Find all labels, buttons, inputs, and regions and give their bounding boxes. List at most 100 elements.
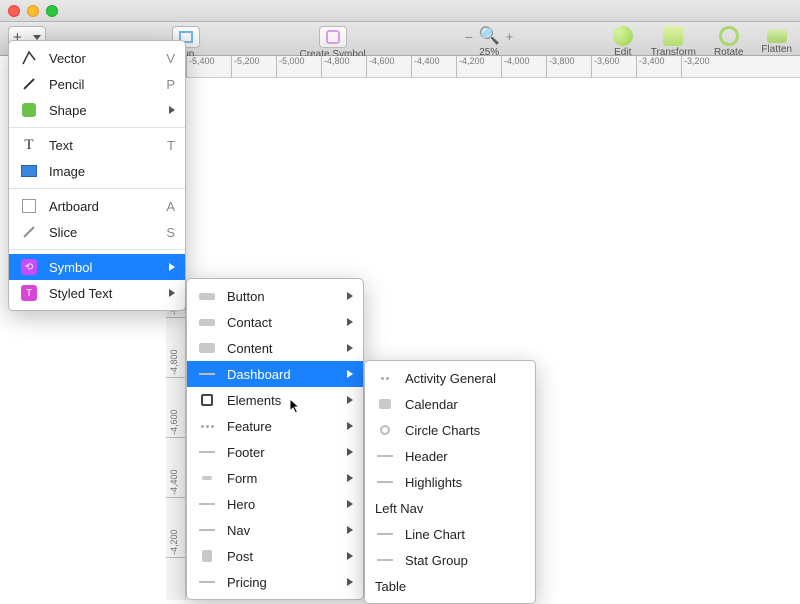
close-window-button[interactable] xyxy=(8,5,20,17)
ruler-tick: -4,800 xyxy=(321,56,366,77)
category-preview-icon xyxy=(197,521,217,539)
menu-item-nav[interactable]: Nav xyxy=(187,517,363,543)
create-symbol-tool[interactable]: Create Symbol xyxy=(300,26,366,60)
menu-item-content[interactable]: Content xyxy=(187,335,363,361)
menu-item-label: Activity General xyxy=(405,371,525,386)
flatten-icon xyxy=(767,29,787,43)
symbol-icon xyxy=(326,30,340,44)
ruler-tick: -4,000 xyxy=(501,56,546,77)
menu-item-dashboard[interactable]: Dashboard xyxy=(187,361,363,387)
category-preview-icon xyxy=(375,395,395,413)
menu-item-label: Form xyxy=(227,471,337,486)
menu-item-text[interactable]: TTextT xyxy=(9,132,185,158)
submenu-arrow-icon xyxy=(169,289,175,297)
transform-tool[interactable]: Transform xyxy=(651,26,696,58)
ruler-tick: -5,400 xyxy=(186,56,231,77)
category-preview-icon xyxy=(375,369,395,387)
flatten-tool[interactable]: Flatten xyxy=(761,26,792,55)
category-preview-icon xyxy=(197,365,217,383)
category-preview-icon xyxy=(375,525,395,543)
menu-item-label: Pricing xyxy=(227,575,337,590)
submenu-arrow-icon xyxy=(347,292,353,300)
menu-item-feature[interactable]: Feature xyxy=(187,413,363,439)
menu-item-label: Table xyxy=(375,579,525,594)
menu-item-label: Hero xyxy=(227,497,337,512)
window-titlebar xyxy=(0,0,800,22)
submenu-arrow-icon xyxy=(347,448,353,456)
menu-item-line-chart[interactable]: Line Chart xyxy=(365,521,535,547)
menu-item-symbol[interactable]: ⟲Symbol xyxy=(9,254,185,280)
menu-item-footer[interactable]: Footer xyxy=(187,439,363,465)
ruler-tick: -4,200 xyxy=(456,56,501,77)
text-icon: T xyxy=(19,136,39,154)
menu-item-form[interactable]: Form xyxy=(187,465,363,491)
menu-item-post[interactable]: Post xyxy=(187,543,363,569)
submenu-arrow-icon xyxy=(347,422,353,430)
menu-item-label: Elements xyxy=(227,393,337,408)
keyboard-shortcut: P xyxy=(157,77,175,92)
menu-item-styled-text[interactable]: T Styled Text xyxy=(9,280,185,306)
menu-item-highlights[interactable]: Highlights xyxy=(365,469,535,495)
edit-icon xyxy=(613,26,633,46)
ruler-tick: -5,200 xyxy=(231,56,276,77)
category-preview-icon xyxy=(197,287,217,305)
category-preview-icon xyxy=(375,551,395,569)
menu-item-pricing[interactable]: Pricing xyxy=(187,569,363,595)
menu-item-left-nav[interactable]: Left Nav xyxy=(365,495,535,521)
menu-item-image[interactable]: Image xyxy=(9,158,185,184)
ruler-tick: -5,000 xyxy=(276,56,321,77)
submenu-arrow-icon xyxy=(347,500,353,508)
ruler-tick: -4,200 xyxy=(166,498,185,558)
styled-text-icon: T xyxy=(19,284,39,302)
edit-tool[interactable]: Edit xyxy=(613,26,633,58)
menu-item-artboard[interactable]: ArtboardA xyxy=(9,193,185,219)
zoom-out-button[interactable]: – xyxy=(465,29,472,44)
zoom-in-button[interactable]: + xyxy=(506,29,514,44)
menu-item-contact[interactable]: Contact xyxy=(187,309,363,335)
symbol-icon: ⟲ xyxy=(19,258,39,276)
menu-item-label: Styled Text xyxy=(49,286,159,301)
ruler-tick: -3,400 xyxy=(636,56,681,77)
menu-item-label: Circle Charts xyxy=(405,423,525,438)
menu-item-label: Contact xyxy=(227,315,337,330)
menu-item-activity-general[interactable]: Activity General xyxy=(365,365,535,391)
insert-menu: VectorVPencilPShapeTTextTImageArtboardAS… xyxy=(8,40,186,311)
minimize-window-button[interactable] xyxy=(27,5,39,17)
category-preview-icon xyxy=(197,547,217,565)
submenu-arrow-icon xyxy=(347,318,353,326)
menu-item-hero[interactable]: Hero xyxy=(187,491,363,517)
zoom-control[interactable]: – 🔍 + 25% xyxy=(465,26,513,58)
menu-item-pencil[interactable]: PencilP xyxy=(9,71,185,97)
menu-item-button[interactable]: Button xyxy=(187,283,363,309)
menu-item-label: Calendar xyxy=(405,397,525,412)
menu-item-stat-group[interactable]: Stat Group xyxy=(365,547,535,573)
category-preview-icon xyxy=(375,421,395,439)
menu-item-label: Content xyxy=(227,341,337,356)
shape-icon xyxy=(19,101,39,119)
menu-item-label: Shape xyxy=(49,103,159,118)
category-preview-icon xyxy=(197,417,217,435)
transform-icon xyxy=(663,26,683,46)
menu-item-circle-charts[interactable]: Circle Charts xyxy=(365,417,535,443)
menu-item-calendar[interactable]: Calendar xyxy=(365,391,535,417)
menu-item-slice[interactable]: Slice S xyxy=(9,219,185,245)
rotate-tool[interactable]: Rotate xyxy=(714,26,743,58)
menu-item-vector[interactable]: VectorV xyxy=(9,45,185,71)
menu-separator xyxy=(9,188,185,189)
category-preview-icon xyxy=(197,339,217,357)
menu-item-shape[interactable]: Shape xyxy=(9,97,185,123)
category-preview-icon xyxy=(197,573,217,591)
keyboard-shortcut: S xyxy=(157,225,175,240)
submenu-arrow-icon xyxy=(347,370,353,378)
ruler-tick: -4,600 xyxy=(366,56,411,77)
menu-item-label: Text xyxy=(49,138,147,153)
zoom-window-button[interactable] xyxy=(46,5,58,17)
menu-item-table[interactable]: Table xyxy=(365,573,535,599)
menu-item-elements[interactable]: Elements xyxy=(187,387,363,413)
symbol-submenu: Button Contact Content Dashboard Elements Fea… xyxy=(186,278,364,600)
slice-icon xyxy=(19,223,39,241)
menu-item-header[interactable]: Header xyxy=(365,443,535,469)
menu-item-label: Slice xyxy=(49,225,147,240)
ruler-tick: -3,800 xyxy=(546,56,591,77)
vector-icon xyxy=(19,49,39,67)
